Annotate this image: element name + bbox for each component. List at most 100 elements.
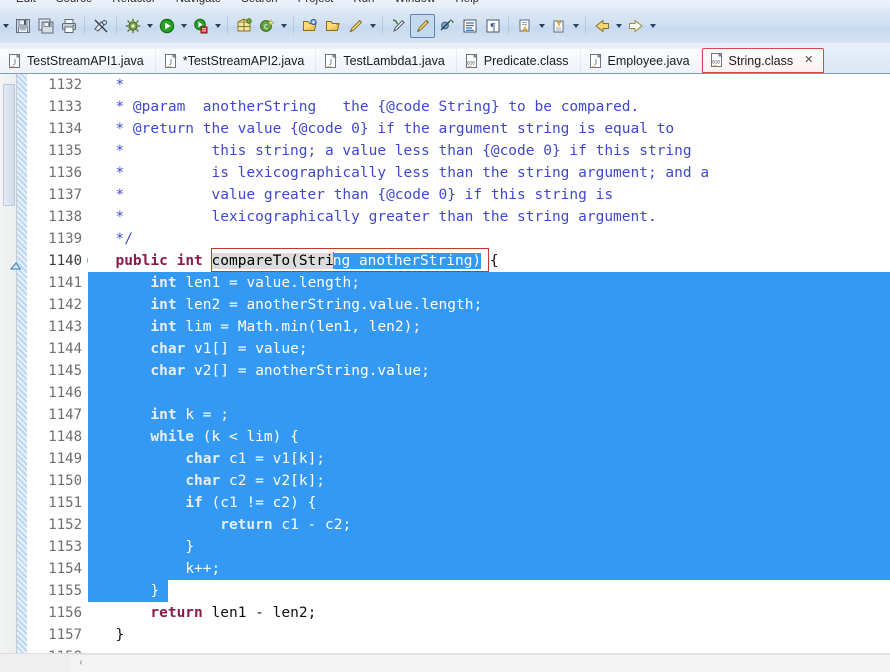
scroll-left-arrow-icon[interactable]: ‹ bbox=[76, 658, 86, 668]
code-line[interactable]: int len1 = value.length; bbox=[88, 272, 890, 294]
code-line[interactable] bbox=[88, 382, 890, 404]
code-line[interactable]: while (k < lim) { bbox=[88, 426, 890, 448]
open-type-button[interactable] bbox=[298, 15, 321, 37]
open-task-button[interactable] bbox=[321, 15, 344, 37]
save-all-button[interactable] bbox=[34, 15, 57, 37]
menu-item-navigate[interactable]: Navigate bbox=[166, 0, 231, 5]
search-button[interactable] bbox=[344, 15, 367, 37]
editor-tab-employee-java[interactable]: J Employee.java bbox=[580, 48, 701, 73]
code-line[interactable]: return c1 - c2; bbox=[88, 514, 890, 536]
show-whitespace-button[interactable] bbox=[458, 15, 481, 37]
code-line[interactable]: char c1 = v1[k]; bbox=[88, 448, 890, 470]
code-line[interactable]: char c2 = v2[k]; bbox=[88, 470, 890, 492]
menu-item-project[interactable]: Project bbox=[288, 0, 344, 5]
forward-history-dropdown-arrow[interactable] bbox=[647, 15, 658, 37]
svg-text:J: J bbox=[329, 58, 332, 67]
code-line[interactable]: char v2[] = anotherString.value; bbox=[88, 360, 890, 382]
menu-item-source[interactable]: Source bbox=[46, 0, 102, 5]
editor-tab-predicate-class[interactable]: 010 Predicate.class bbox=[456, 48, 580, 73]
previous-annotation-button[interactable] bbox=[547, 15, 570, 37]
code-line[interactable]: * is lexicographically less than the str… bbox=[88, 162, 890, 184]
code-line[interactable]: k++; bbox=[88, 558, 890, 580]
code-line[interactable]: int k = ; bbox=[88, 404, 890, 426]
pencil-tool-button[interactable] bbox=[410, 14, 435, 38]
java-file-icon: J bbox=[9, 53, 22, 69]
back-history-dropdown-arrow[interactable] bbox=[613, 15, 624, 37]
code-line[interactable]: } bbox=[88, 624, 890, 646]
vertical-scroll-thumb[interactable] bbox=[3, 84, 15, 206]
new-java-package-button[interactable] bbox=[232, 15, 255, 37]
code-line[interactable]: * value greater than {@code 0} if this s… bbox=[88, 184, 890, 206]
run-button[interactable] bbox=[155, 15, 178, 37]
code-keyword: public bbox=[115, 253, 168, 269]
forward-history-button[interactable] bbox=[624, 15, 647, 37]
menu-item-window[interactable]: Window bbox=[384, 0, 445, 5]
code-editor[interactable]: 1132 1133 1134 1135 1136 1137 1138 1139 1140 1141… bbox=[0, 74, 890, 654]
debug-button[interactable] bbox=[121, 15, 144, 37]
menu-item-edit[interactable]: Edit bbox=[6, 0, 46, 5]
line-number-gutter: 1132 1133 1134 1135 1136 1137 1138 1139 1140 1141… bbox=[9, 74, 98, 654]
line-number: 1141 bbox=[48, 275, 82, 291]
code-line[interactable]: * bbox=[88, 74, 890, 96]
new-wizard-dropdown-arrow[interactable] bbox=[278, 15, 289, 37]
code-line[interactable]: char v1[] = value; bbox=[88, 338, 890, 360]
code-line[interactable]: } bbox=[88, 536, 890, 558]
previous-annotation-dropdown-arrow[interactable] bbox=[570, 15, 581, 37]
code-line[interactable]: */ bbox=[88, 228, 890, 250]
code-line[interactable]: if (c1 != c2) { bbox=[88, 492, 890, 514]
search-dropdown-arrow[interactable] bbox=[367, 15, 378, 37]
new-java-class-button[interactable]: C bbox=[255, 15, 278, 37]
editor-tab-string-class[interactable]: 010 String.class ✕ bbox=[701, 48, 825, 73]
menu-item-refactor[interactable]: Refactor bbox=[102, 0, 165, 5]
code-line[interactable]: } bbox=[88, 580, 890, 602]
code-text-area[interactable]: * * @param anotherString the {@code Stri… bbox=[88, 74, 890, 654]
editor-tab-testlambda1-java[interactable]: J TestLambda1.java bbox=[316, 48, 456, 73]
code-line[interactable]: public int compareTo(String anotherStrin… bbox=[88, 248, 890, 272]
code-token: value bbox=[246, 275, 291, 291]
code-token: ( bbox=[211, 495, 221, 511]
code-line[interactable]: * this string; a value less than {@code … bbox=[88, 140, 890, 162]
last-edit-location-button[interactable] bbox=[387, 15, 410, 37]
code-line[interactable]: * @return the value {@code 0} if the arg… bbox=[88, 118, 890, 140]
code-line[interactable]: * @param anotherString the {@code String… bbox=[88, 96, 890, 118]
horizontal-scroll-track[interactable] bbox=[70, 654, 890, 672]
menu-item-search[interactable]: Search bbox=[231, 0, 287, 5]
code-line[interactable]: return len1 - len2; bbox=[88, 602, 890, 624]
save-button[interactable] bbox=[11, 15, 34, 37]
code-token: ]; bbox=[307, 451, 326, 467]
run-external-tools-button[interactable] bbox=[189, 15, 212, 37]
debug-dropdown-arrow[interactable] bbox=[144, 15, 155, 37]
editor-tab-label: TestStreamAPI1.java bbox=[27, 54, 144, 68]
editor-tab-teststreamapi2-java[interactable]: J *TestStreamAPI2.java bbox=[155, 48, 316, 73]
code-line[interactable]: * lexicographically greater than the str… bbox=[88, 206, 890, 228]
horizontal-scrollbar[interactable]: ‹ bbox=[0, 653, 890, 672]
toolbar-separator bbox=[227, 17, 228, 35]
new-dropdown-arrow[interactable] bbox=[0, 15, 11, 37]
show-paragraph-button[interactable]: ¶ bbox=[481, 15, 504, 37]
back-history-button[interactable] bbox=[590, 15, 613, 37]
menu-item-help[interactable]: Help bbox=[445, 0, 489, 5]
external-tools-dropdown-arrow[interactable] bbox=[212, 15, 223, 37]
skip-all-breakpoints-button[interactable] bbox=[435, 15, 458, 37]
annotation-marker-bar[interactable] bbox=[0, 74, 17, 654]
code-line[interactable]: int lim = Math.min(len1, len2); bbox=[88, 316, 890, 338]
close-tab-icon[interactable]: ✕ bbox=[804, 55, 813, 66]
next-annotation-dropdown-arrow[interactable] bbox=[536, 15, 547, 37]
toolbar-separator bbox=[116, 17, 117, 35]
menu-item-run[interactable]: Run bbox=[343, 0, 384, 5]
next-annotation-button[interactable] bbox=[513, 15, 536, 37]
print-button[interactable] bbox=[57, 15, 80, 37]
menu-items[interactable]: EditSourceRefactorNavigateSearchProjectR… bbox=[6, 0, 489, 5]
code-token: len2 bbox=[185, 297, 221, 313]
code-line[interactable]: int len2 = anotherString.value.length; bbox=[88, 294, 890, 316]
editor-tab-teststreamapi1-java[interactable]: J TestStreamAPI1.java bbox=[0, 48, 155, 73]
toggle-mark-occurrences-button[interactable] bbox=[89, 15, 112, 37]
line-number: 1142 bbox=[48, 297, 82, 313]
run-dropdown-arrow[interactable] bbox=[178, 15, 189, 37]
code-token: = bbox=[228, 275, 238, 291]
